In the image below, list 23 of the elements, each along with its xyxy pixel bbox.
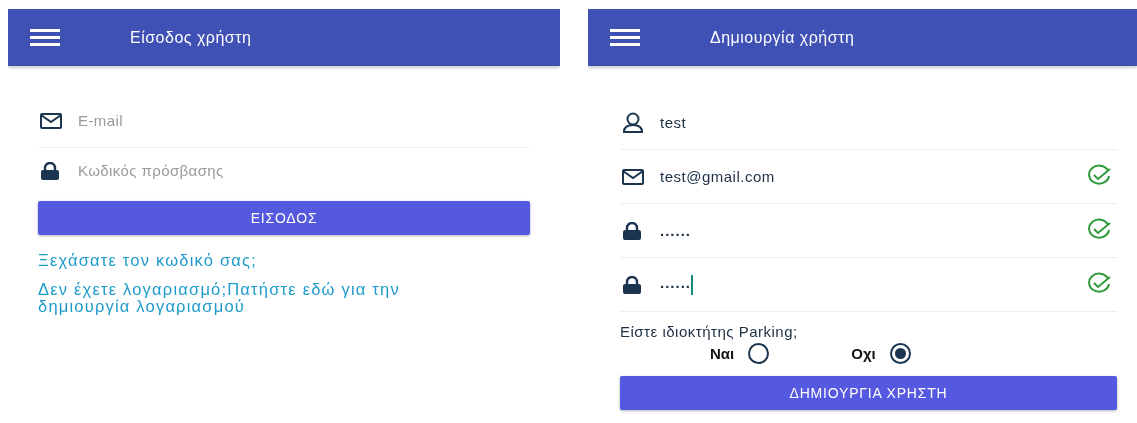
screen-title: Δημιουργία χρήστη	[710, 28, 855, 47]
question-label: Είστε ιδιοκτήτης Parking;	[620, 323, 799, 340]
menu-icon[interactable]	[30, 29, 60, 46]
radio-label: Ναι	[710, 345, 735, 362]
user-icon	[622, 111, 644, 134]
primary-button[interactable]: ΕΙΣΟΔΟΣ	[38, 201, 530, 235]
radio-label: Οχι	[851, 345, 876, 362]
envelope-icon	[622, 168, 644, 185]
envelope-icon	[40, 112, 62, 129]
lock-icon	[622, 275, 642, 294]
input-field[interactable]: Κωδικός πρόσβασης	[78, 162, 530, 179]
primary-button[interactable]: ΔΗΜΙΟΥΡΓΙΑ ΧΡΗΣΤΗ	[620, 376, 1117, 410]
input-field[interactable]: test@gmail.com	[620, 150, 1117, 204]
menu-icon[interactable]	[610, 29, 640, 46]
lock-icon	[622, 221, 642, 240]
screen-title: Είσοδος χρήστη	[130, 28, 252, 47]
input-field[interactable]: ......	[620, 204, 1117, 258]
input-field[interactable]: test	[620, 96, 1117, 150]
radio-button[interactable]	[748, 343, 770, 364]
input-field[interactable]: ......	[620, 258, 1117, 312]
input-field[interactable]: E-mail	[78, 112, 530, 129]
lock-icon	[40, 161, 60, 180]
radio-button[interactable]	[889, 343, 911, 364]
